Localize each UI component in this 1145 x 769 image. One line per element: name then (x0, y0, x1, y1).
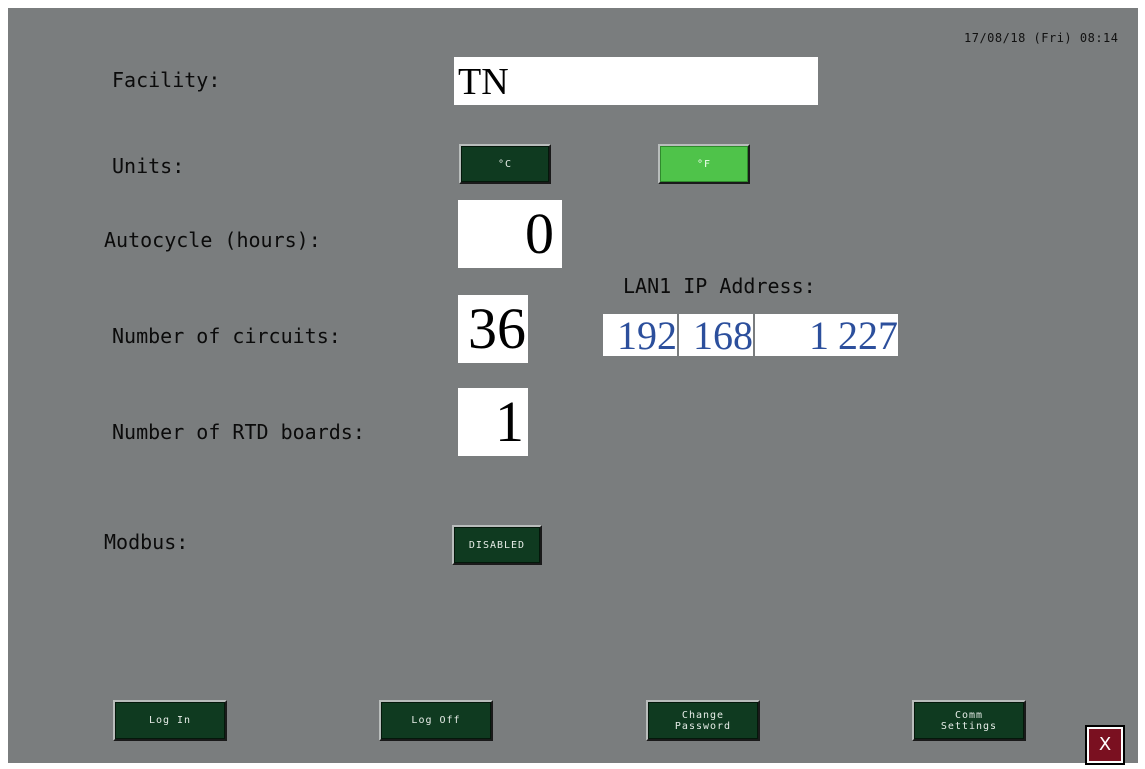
ip-octet-2[interactable]: 168 (679, 314, 753, 356)
circuits-label: Number of circuits: (112, 324, 341, 348)
change-password-button[interactable]: Change Password (646, 700, 760, 741)
modbus-label: Modbus: (104, 530, 189, 554)
log-in-button[interactable]: Log In (113, 700, 227, 741)
facility-label: Facility: (112, 68, 221, 92)
lan-ip-label: LAN1 IP Address: (623, 274, 816, 298)
facility-input[interactable]: TN (454, 57, 818, 105)
close-button[interactable]: X (1087, 727, 1123, 763)
close-icon: X (1098, 734, 1112, 755)
autocycle-input[interactable]: 0 (458, 200, 562, 268)
fahrenheit-button[interactable]: °F (658, 144, 750, 184)
ip-octet-4[interactable]: 227 (828, 314, 898, 356)
ip-octet-3[interactable]: 1 (755, 314, 829, 356)
datetime-display: 17/08/18 (Fri) 08:14 (964, 31, 1119, 45)
log-off-button[interactable]: Log Off (379, 700, 493, 741)
comm-settings-button[interactable]: Comm Settings (912, 700, 1026, 741)
ip-octet-1[interactable]: 192 (603, 314, 677, 356)
autocycle-label: Autocycle (hours): (104, 228, 321, 252)
rtd-boards-label: Number of RTD boards: (112, 420, 365, 444)
circuits-input[interactable]: 36 (458, 295, 528, 363)
units-label: Units: (112, 154, 185, 178)
modbus-toggle-button[interactable]: DISABLED (452, 525, 542, 565)
rtd-boards-input[interactable]: 1 (458, 388, 528, 456)
hmi-screen: 17/08/18 (Fri) 08:14 Facility: TN Units:… (8, 8, 1138, 763)
celsius-button[interactable]: °C (459, 144, 551, 184)
